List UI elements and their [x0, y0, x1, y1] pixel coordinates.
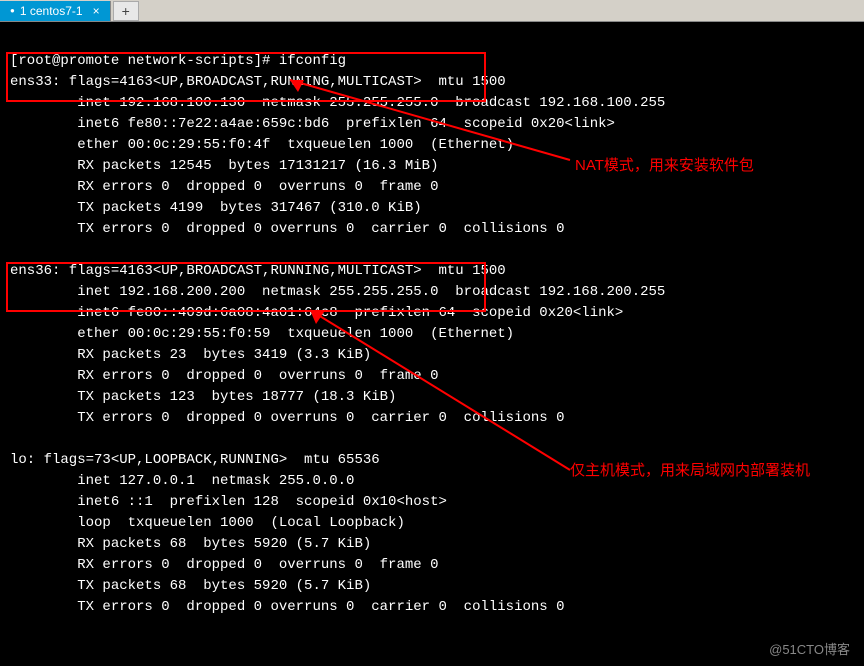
ens36-tx-errors: TX errors 0 dropped 0 overruns 0 carrier…	[10, 410, 565, 426]
ens33-flags: ens33: flags=4163<UP,BROADCAST,RUNNING,M…	[10, 74, 506, 90]
ens36-rx-errors: RX errors 0 dropped 0 overruns 0 frame 0	[10, 368, 438, 384]
command: ifconfig	[279, 53, 346, 69]
close-icon[interactable]: ×	[93, 4, 100, 18]
tab-add-button[interactable]: +	[113, 1, 139, 21]
ens36-tx-packets: TX packets 123 bytes 18777 (18.3 KiB)	[10, 389, 396, 405]
tab-label: 1 centos7-1	[20, 4, 83, 18]
ens33-tx-packets: TX packets 4199 bytes 317467 (310.0 KiB)	[10, 200, 422, 216]
tab-bar: ● 1 centos7-1 × +	[0, 0, 864, 22]
ens33-inet: inet 192.168.100.130 netmask 255.255.255…	[10, 95, 665, 111]
ens33-ether: ether 00:0c:29:55:f0:4f txqueuelen 1000 …	[10, 137, 514, 153]
lo-inet: inet 127.0.0.1 netmask 255.0.0.0	[10, 473, 354, 489]
lo-tx-errors: TX errors 0 dropped 0 overruns 0 carrier…	[10, 599, 565, 615]
ens36-flags: ens36: flags=4163<UP,BROADCAST,RUNNING,M…	[10, 263, 506, 279]
prompt: [root@promote network-scripts]#	[10, 53, 279, 69]
tab-centos7-1[interactable]: ● 1 centos7-1 ×	[0, 1, 111, 21]
ens33-rx-errors: RX errors 0 dropped 0 overruns 0 frame 0	[10, 179, 438, 195]
ens33-tx-errors: TX errors 0 dropped 0 overruns 0 carrier…	[10, 221, 565, 237]
ens33-inet6: inet6 fe80::7e22:a4ae:659c:bd6 prefixlen…	[10, 116, 615, 132]
lo-rx-packets: RX packets 68 bytes 5920 (5.7 KiB)	[10, 536, 371, 552]
ens36-rx-packets: RX packets 23 bytes 3419 (3.3 KiB)	[10, 347, 371, 363]
ens36-inet: inet 192.168.200.200 netmask 255.255.255…	[10, 284, 665, 300]
lo-rx-errors: RX errors 0 dropped 0 overruns 0 frame 0	[10, 557, 438, 573]
lo-inet6: inet6 ::1 prefixlen 128 scopeid 0x10<hos…	[10, 494, 447, 510]
lo-loop: loop txqueuelen 1000 (Local Loopback)	[10, 515, 405, 531]
ens36-inet6: inet6 fe80::409d:6a08:4a01:64c8 prefixle…	[10, 305, 623, 321]
terminal-output[interactable]: [root@promote network-scripts]# ifconfig…	[0, 22, 864, 626]
ens33-rx-packets: RX packets 12545 bytes 17131217 (16.3 Mi…	[10, 158, 438, 174]
plus-icon: +	[122, 3, 130, 19]
tab-indicator-icon: ●	[10, 6, 15, 15]
watermark: @51CTO博客	[769, 639, 850, 658]
lo-flags: lo: flags=73<UP,LOOPBACK,RUNNING> mtu 65…	[10, 452, 380, 468]
lo-tx-packets: TX packets 68 bytes 5920 (5.7 KiB)	[10, 578, 371, 594]
ens36-ether: ether 00:0c:29:55:f0:59 txqueuelen 1000 …	[10, 326, 514, 342]
